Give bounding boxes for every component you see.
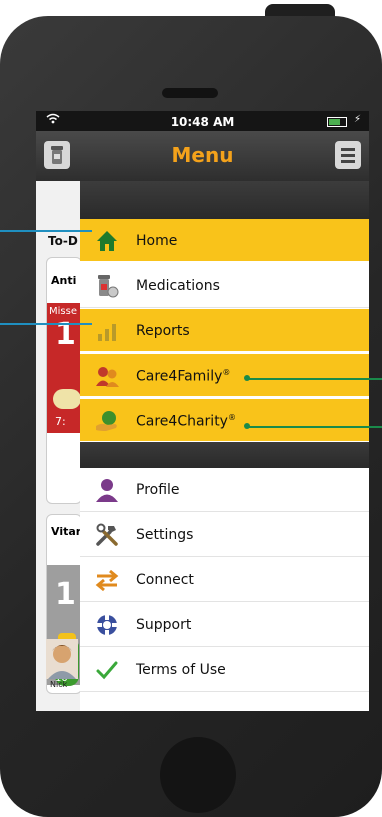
menu-toggle-icon[interactable] <box>335 141 361 169</box>
registered-mark: ® <box>227 413 236 422</box>
navigation-bar: Menu <box>36 131 369 181</box>
menu-item-profile[interactable]: Profile <box>80 468 369 512</box>
dose-count: 1 <box>55 577 76 612</box>
menu-item-label: Terms of Use <box>136 662 226 678</box>
menu-item-medications[interactable]: Medications <box>80 264 369 308</box>
todo-list-background: To-D Anti Misse 1 7: Vitar 1 10 <box>36 181 82 711</box>
profile-icon <box>94 477 120 503</box>
settings-icon <box>94 522 120 548</box>
menu-item-care4family[interactable]: Care4Family® <box>80 354 369 398</box>
status-time: 10:48 AM <box>170 115 235 129</box>
menu-item-terms-of-use[interactable]: Terms of Use <box>80 648 369 692</box>
support-icon <box>94 612 120 638</box>
menu-item-label: Reports <box>136 323 190 339</box>
home-button[interactable] <box>160 737 236 813</box>
menu-item-home[interactable]: Home <box>80 219 369 263</box>
side-menu: Home Medications Reports Care4Family® Ca… <box>80 181 369 711</box>
charity-icon <box>94 408 120 434</box>
pill-icon <box>53 389 81 409</box>
medication-card-title: Anti <box>51 274 77 287</box>
menu-item-label: Medications <box>136 278 220 294</box>
page-title: Menu <box>171 143 234 167</box>
missed-label: Misse <box>49 306 77 317</box>
menu-item-label: Support <box>136 617 192 633</box>
menu-item-label: Profile <box>136 482 180 498</box>
menu-item-care4charity[interactable]: Care4Charity® <box>80 399 369 443</box>
battery-icon <box>327 117 347 127</box>
phone-frame: 10:48 AM ⚡ Menu To-D Anti Misse 1 7: Vit… <box>0 0 382 817</box>
callout-line-care4charity <box>248 426 382 428</box>
todo-heading: To-D <box>48 234 78 248</box>
medications-icon <box>94 273 120 299</box>
menu-item-label: Home <box>136 233 178 249</box>
menu-item-support[interactable]: Support <box>80 603 369 647</box>
medication-card[interactable]: Anti Misse 1 7: <box>46 257 82 504</box>
registered-mark: ® <box>222 368 231 377</box>
callout-dot-care4charity <box>244 423 250 429</box>
avatar[interactable] <box>46 639 78 679</box>
menu-item-label: Settings <box>136 527 194 543</box>
avatar-name: Nick <box>50 680 68 689</box>
medication-card-title: Vitar <box>51 525 82 538</box>
menu-item-label: Care4Charity® <box>136 413 236 430</box>
menu-item-reports[interactable]: Reports <box>80 309 369 353</box>
earpiece <box>162 88 218 98</box>
reports-icon <box>94 318 120 344</box>
menu-section-divider <box>80 442 369 468</box>
menu-item-label: Connect <box>136 572 194 588</box>
status-bar: 10:48 AM ⚡ <box>36 111 369 131</box>
connect-icon <box>94 567 120 593</box>
callout-dot-care4family <box>244 375 250 381</box>
phone-screen: 10:48 AM ⚡ Menu To-D Anti Misse 1 7: Vit… <box>36 111 369 711</box>
callout-line-reports <box>0 323 92 325</box>
home-icon <box>94 228 120 254</box>
charging-icon: ⚡ <box>353 114 361 125</box>
checkmark-icon <box>94 657 120 683</box>
family-icon <box>94 363 120 389</box>
menu-item-settings[interactable]: Settings <box>80 513 369 557</box>
menu-item-connect[interactable]: Connect <box>80 558 369 602</box>
callout-line-care4family <box>248 378 382 380</box>
callout-line-home <box>0 230 92 232</box>
menu-item-label: Care4Family® <box>136 368 231 385</box>
menu-header-bar <box>80 181 369 219</box>
missed-time: 7: <box>55 415 66 428</box>
